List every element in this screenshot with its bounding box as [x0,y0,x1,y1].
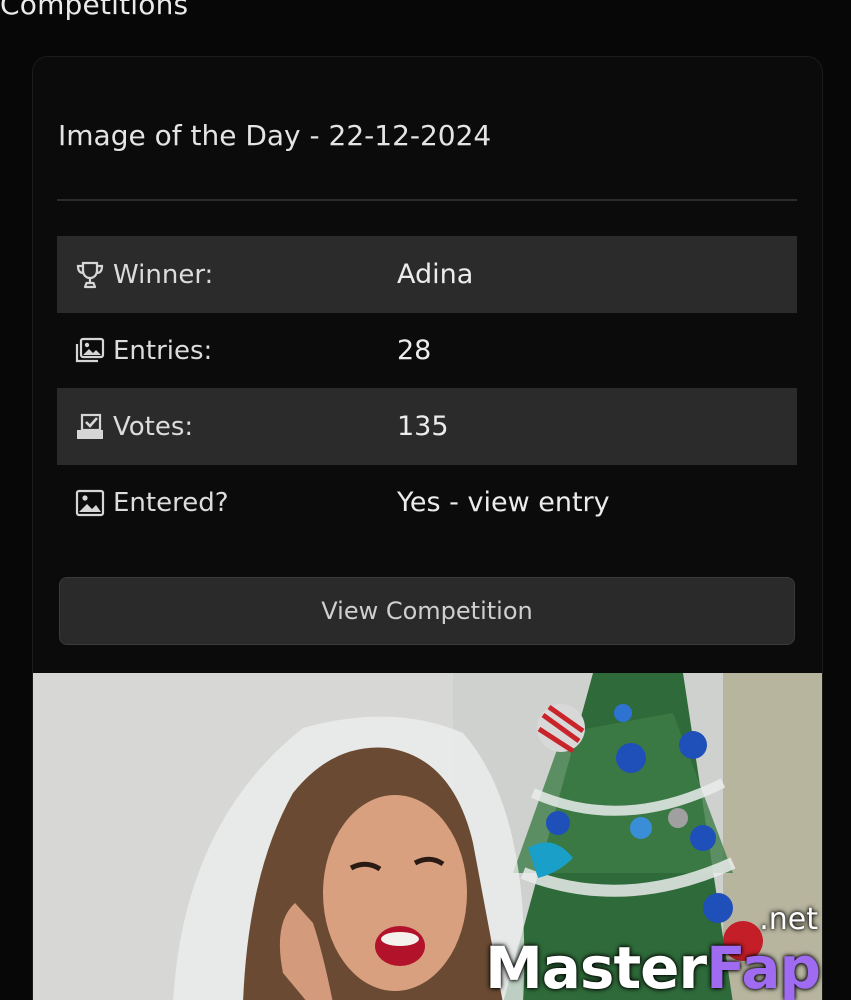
card-title: Image of the Day - 22-12-2024 [58,119,492,152]
stats-table: Winner: Adina Entries: 28 Votes: 135 Ent… [57,236,797,540]
watermark-tld-text: .net [759,902,818,937]
card-divider [57,199,797,201]
stat-row-votes: Votes: 135 [57,388,797,465]
stat-row-entered: Entered? Yes - view entry [57,465,797,540]
stat-label-entries: Entries: [113,335,213,366]
trophy-icon [73,259,107,291]
stat-value-votes: 135 [397,411,449,442]
page: Competitions Image of the Day - 22-12-20… [0,0,851,1000]
stat-label-winner: Winner: [113,259,214,290]
watermark-master-text: Master [485,934,707,1000]
section-heading: Competitions [0,0,189,21]
stat-value-winner: Adina [397,259,474,290]
stat-value-entries: 28 [397,335,432,366]
images-icon [73,335,107,367]
watermark-fap-text: Fap [706,934,821,1000]
competition-image[interactable]: Master Fap .net [33,673,822,1000]
view-competition-button[interactable]: View Competition [59,577,795,645]
competition-card: Image of the Day - 22-12-2024 Winner: Ad… [32,56,823,1000]
vote-box-icon [73,411,107,443]
site-watermark: Master Fap .net [485,905,821,1000]
view-entry-link[interactable]: Yes - view entry [397,487,610,518]
stat-label-votes: Votes: [113,411,194,442]
stat-row-winner: Winner: Adina [57,236,797,313]
stat-label-entered: Entered? [113,487,229,518]
image-icon [73,487,107,519]
stat-row-entries: Entries: 28 [57,313,797,388]
